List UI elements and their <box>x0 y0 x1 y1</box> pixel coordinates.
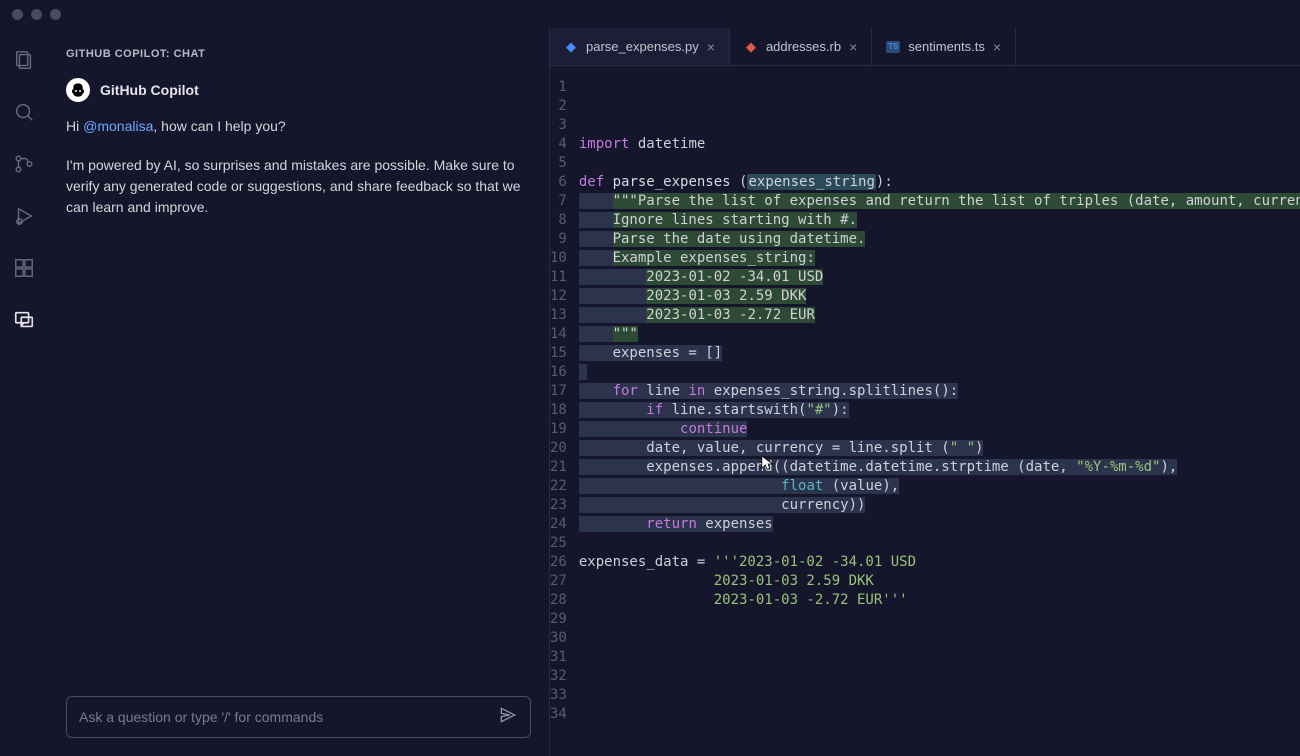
code-line[interactable]: return expenses <box>579 515 1300 534</box>
chat-greeting: Hi @monalisa, how can I help you? <box>66 116 531 137</box>
code-line[interactable] <box>579 363 1300 382</box>
code-line[interactable]: float (value), <box>579 477 1300 496</box>
chat-icon[interactable] <box>12 308 36 332</box>
run-debug-icon[interactable] <box>12 204 36 228</box>
copilot-identity: GitHub Copilot <box>66 78 531 102</box>
code-line[interactable] <box>579 648 1300 667</box>
code-line[interactable]: Parse the date using datetime. <box>579 230 1300 249</box>
code-line[interactable] <box>579 629 1300 648</box>
typescript-file-icon: TS <box>886 41 900 53</box>
code-line[interactable]: if line.startswith("#"): <box>579 401 1300 420</box>
code-line[interactable]: """Parse the list of expenses and return… <box>579 192 1300 211</box>
code-content[interactable]: import datetime def parse_expenses (expen… <box>579 78 1300 756</box>
code-line[interactable] <box>579 705 1300 724</box>
close-tab-icon[interactable]: × <box>849 39 857 55</box>
send-icon[interactable] <box>498 705 518 730</box>
ruby-file-icon: ◆ <box>744 40 758 54</box>
code-line[interactable]: expenses_data = '''2023-01-02 -34.01 USD <box>579 553 1300 572</box>
code-line[interactable]: Example expenses_string: <box>579 249 1300 268</box>
code-line[interactable]: 2023-01-03 2.59 DKK <box>579 572 1300 591</box>
code-line[interactable] <box>579 534 1300 553</box>
sidebar-title: GITHUB COPILOT: CHAT <box>66 28 531 78</box>
code-line[interactable] <box>579 686 1300 705</box>
explorer-icon[interactable] <box>12 48 36 72</box>
code-line[interactable]: expenses = [] <box>579 344 1300 363</box>
code-line[interactable]: 2023-01-03 -2.72 EUR <box>579 306 1300 325</box>
line-number-gutter: 1234567891011121314151617181920212223242… <box>550 78 579 756</box>
code-line[interactable]: 2023-01-03 -2.72 EUR''' <box>579 591 1300 610</box>
code-line[interactable]: currency)) <box>579 496 1300 515</box>
code-line[interactable] <box>579 154 1300 173</box>
close-tab-icon[interactable]: × <box>707 39 715 55</box>
chat-input[interactable] <box>79 709 498 725</box>
editor-area: ◆ parse_expenses.py × ◆ addresses.rb × TS senti… <box>550 28 1300 756</box>
chat-disclaimer: I'm powered by AI, so surprises and mist… <box>66 155 531 218</box>
tab-sentiments-ts[interactable]: TS sentiments.ts × <box>872 28 1016 65</box>
code-editor[interactable]: 1234567891011121314151617181920212223242… <box>550 66 1300 756</box>
code-line[interactable]: """ <box>579 325 1300 344</box>
code-line[interactable]: 2023-01-03 2.59 DKK <box>579 287 1300 306</box>
code-line[interactable]: for line in expenses_string.splitlines()… <box>579 382 1300 401</box>
copilot-avatar-icon <box>66 78 90 102</box>
activity-bar <box>0 28 48 756</box>
editor-tabs: ◆ parse_expenses.py × ◆ addresses.rb × TS senti… <box>550 28 1300 66</box>
minimize-window-icon[interactable] <box>31 9 42 20</box>
code-line[interactable]: Ignore lines starting with #. <box>579 211 1300 230</box>
maximize-window-icon[interactable] <box>50 9 61 20</box>
chat-input-container[interactable] <box>66 696 531 738</box>
close-tab-icon[interactable]: × <box>993 39 1001 55</box>
code-line[interactable]: import datetime <box>579 135 1300 154</box>
code-line[interactable] <box>579 724 1300 743</box>
python-file-icon: ◆ <box>564 40 578 54</box>
tab-addresses-rb[interactable]: ◆ addresses.rb × <box>730 28 872 65</box>
tab-label: sentiments.ts <box>908 39 985 54</box>
code-line[interactable]: expenses.append((datetime.datetime.strpt… <box>579 458 1300 477</box>
code-line[interactable] <box>579 610 1300 629</box>
tab-label: parse_expenses.py <box>586 39 699 54</box>
chat-sidebar: GITHUB COPILOT: CHAT GitHub Copilot Hi @… <box>48 28 550 756</box>
copilot-name-label: GitHub Copilot <box>100 82 199 98</box>
mention: @monalisa <box>83 118 153 134</box>
window-titlebar <box>0 0 1300 28</box>
close-window-icon[interactable] <box>12 9 23 20</box>
code-line[interactable] <box>579 667 1300 686</box>
source-control-icon[interactable] <box>12 152 36 176</box>
code-line[interactable] <box>579 743 1300 756</box>
tab-parse_expenses-py[interactable]: ◆ parse_expenses.py × <box>550 28 730 65</box>
search-icon[interactable] <box>12 100 36 124</box>
code-line[interactable]: continue <box>579 420 1300 439</box>
tab-label: addresses.rb <box>766 39 841 54</box>
code-line[interactable]: 2023-01-02 -34.01 USD <box>579 268 1300 287</box>
code-line[interactable]: date, value, currency = line.split (" ") <box>579 439 1300 458</box>
code-line[interactable]: def parse_expenses (expenses_string): <box>579 173 1300 192</box>
extensions-icon[interactable] <box>12 256 36 280</box>
